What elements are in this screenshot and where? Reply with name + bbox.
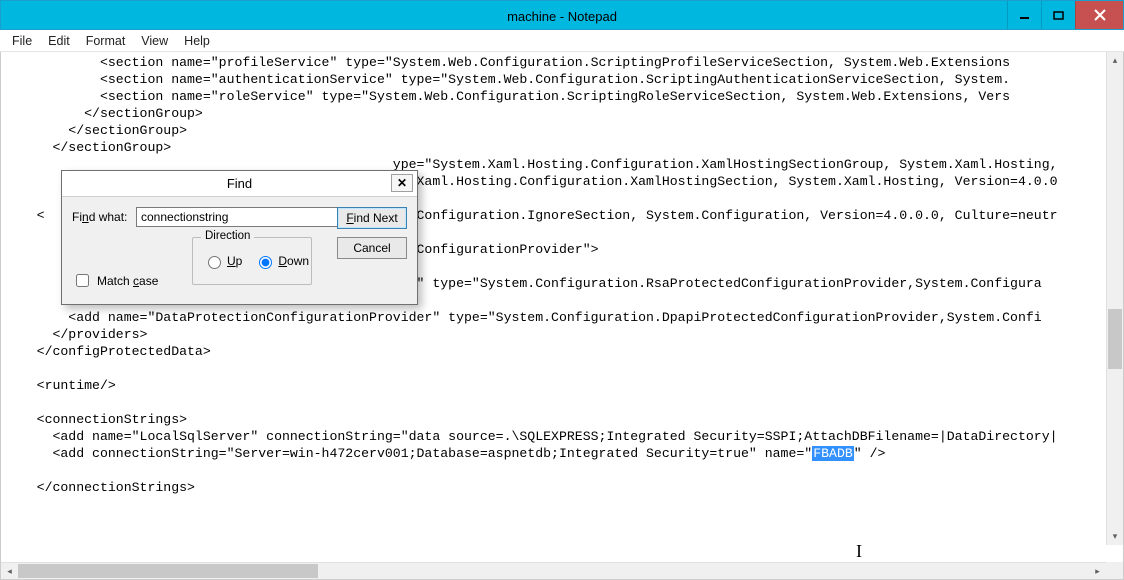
window-title: machine - Notepad bbox=[1, 1, 1123, 31]
menu-file[interactable]: File bbox=[4, 34, 40, 48]
maximize-button[interactable] bbox=[1041, 1, 1075, 29]
minimize-button[interactable] bbox=[1007, 1, 1041, 29]
scroll-corner bbox=[1106, 562, 1123, 579]
text-editor[interactable]: <section name="profileService" type="Sys… bbox=[1, 52, 1123, 562]
vscroll-thumb[interactable] bbox=[1108, 309, 1122, 369]
menubar: File Edit Format View Help bbox=[0, 30, 1124, 52]
maximize-icon bbox=[1053, 10, 1064, 21]
vertical-scrollbar[interactable]: ▴ ▾ bbox=[1106, 52, 1123, 545]
close-button[interactable] bbox=[1075, 1, 1123, 29]
close-icon bbox=[1094, 9, 1106, 21]
find-dialog-title[interactable]: Find ✕ bbox=[62, 171, 417, 197]
scroll-left-arrow-icon[interactable]: ◂ bbox=[1, 563, 18, 579]
hscroll-thumb[interactable] bbox=[18, 564, 318, 578]
menu-edit[interactable]: Edit bbox=[40, 34, 78, 48]
find-title-text: Find bbox=[227, 176, 252, 191]
find-next-button[interactable]: Find Next bbox=[337, 207, 407, 229]
find-body: Find what: Find Next Cancel Direction Up… bbox=[62, 197, 417, 304]
content-area: <section name="profileService" type="Sys… bbox=[0, 52, 1124, 580]
minimize-icon bbox=[1019, 10, 1030, 21]
match-case-checkbox[interactable]: Match case bbox=[72, 271, 158, 290]
menu-format[interactable]: Format bbox=[78, 34, 134, 48]
window-controls bbox=[1007, 1, 1123, 29]
direction-up-radio[interactable]: Up bbox=[203, 253, 242, 269]
scroll-right-arrow-icon[interactable]: ▸ bbox=[1089, 563, 1106, 579]
menu-view[interactable]: View bbox=[133, 34, 176, 48]
window-titlebar: machine - Notepad bbox=[0, 0, 1124, 30]
vscroll-track[interactable] bbox=[1107, 69, 1123, 528]
direction-label: Direction bbox=[201, 230, 254, 242]
find-dialog: Find ✕ Find what: Find Next Cancel Direc… bbox=[61, 170, 418, 305]
find-what-label: Find what: bbox=[72, 210, 128, 224]
horizontal-scrollbar[interactable]: ◂ ▸ bbox=[1, 562, 1106, 579]
hscroll-track[interactable] bbox=[18, 563, 1089, 579]
scroll-up-arrow-icon[interactable]: ▴ bbox=[1107, 52, 1123, 69]
menu-help[interactable]: Help bbox=[176, 34, 218, 48]
scroll-down-arrow-icon[interactable]: ▾ bbox=[1107, 528, 1123, 545]
find-close-button[interactable]: ✕ bbox=[391, 174, 413, 192]
direction-group: Direction Up Down bbox=[192, 237, 312, 285]
close-icon: ✕ bbox=[397, 176, 407, 190]
editor-area: <section name="profileService" type="Sys… bbox=[1, 52, 1123, 562]
direction-down-radio[interactable]: Down bbox=[254, 253, 309, 269]
cancel-button[interactable]: Cancel bbox=[337, 237, 407, 259]
